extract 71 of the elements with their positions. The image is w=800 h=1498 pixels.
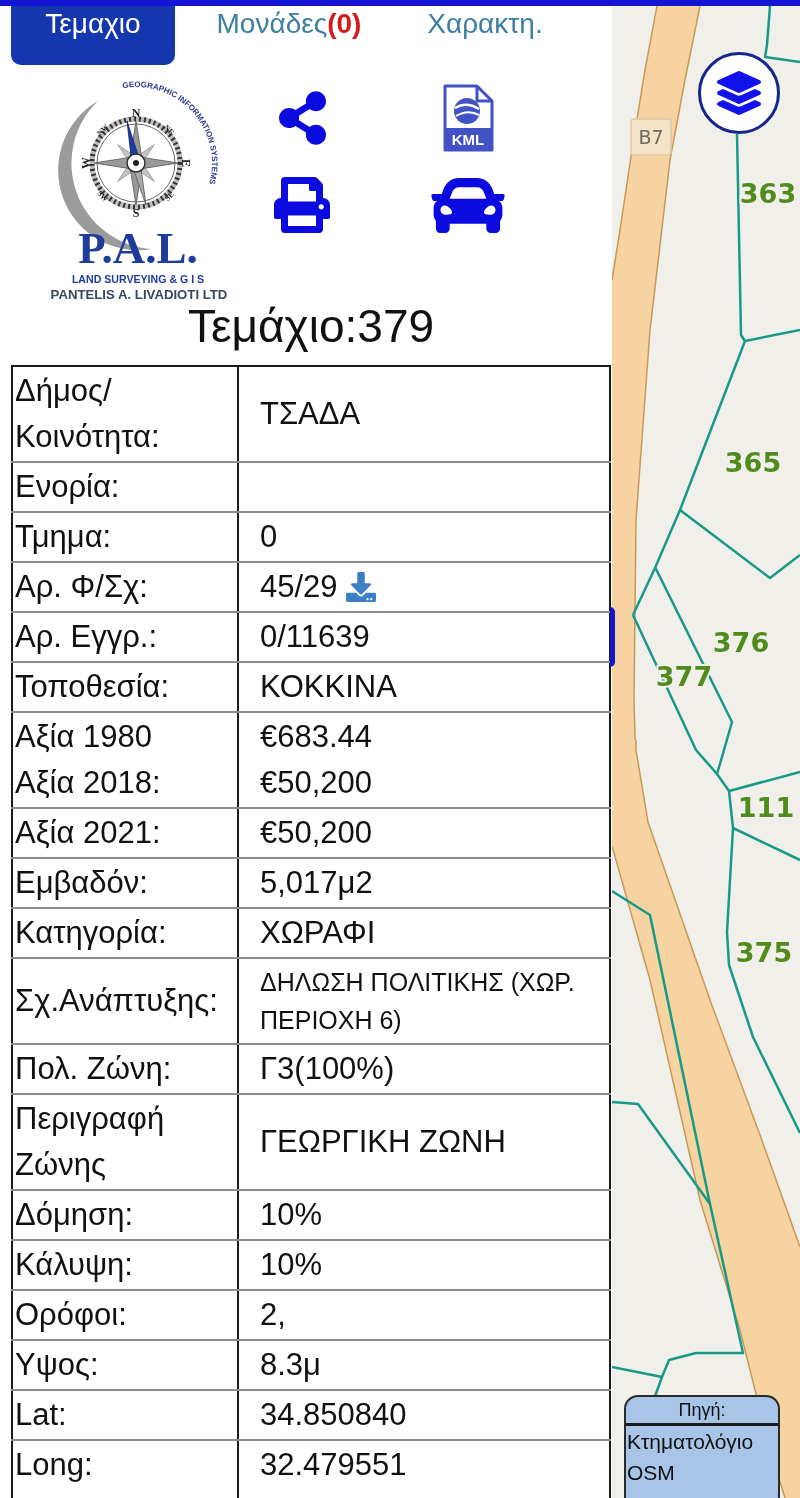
compass-direction-label: N	[131, 106, 141, 120]
logo-tagline: LAND SURVEYING & G I S	[71, 273, 205, 285]
field-label: Δήμος/Κοινότητα:	[15, 372, 161, 456]
field-label: Αρ. Εγγρ.:	[15, 618, 159, 656]
parcel-number: 363	[739, 178, 797, 209]
field-value: ΔΗΛΩΣΗ ΠΟΛΙΤΙΚΗΣ (ΧΩΡ. ΠΕΡΙΟΧΗ 6)	[260, 967, 576, 1036]
compass-direction-label: S	[132, 206, 140, 220]
compass-direction-label: W	[79, 157, 93, 169]
tab[interactable]: Τεμαχιο	[11, 6, 175, 65]
field-value: 5,017μ2	[260, 864, 374, 902]
parcel-number: 375	[735, 937, 793, 968]
share-button[interactable]	[278, 91, 326, 145]
field-label: Lat:	[15, 1396, 68, 1434]
field-label: Τοποθεσία:	[15, 668, 171, 706]
field-label: Εμβαδόν:	[15, 864, 149, 902]
field-label: Περιγραφή Ζώνης	[15, 1100, 166, 1184]
share-icon	[278, 91, 326, 145]
field-value: 0/11639	[260, 618, 371, 656]
field-value: 34.850840	[260, 1396, 408, 1434]
logo-initials: P.A.L.	[78, 223, 198, 273]
compass-direction-label: E	[179, 159, 193, 167]
field-value: €50,200	[260, 814, 374, 852]
parcel-boundary	[763, 6, 800, 64]
car-button[interactable]	[431, 177, 505, 233]
field-label: Σχ.Ανάπτυξης:	[15, 982, 219, 1020]
field-label: Κάλυψη:	[15, 1246, 134, 1284]
car-icon	[431, 177, 505, 233]
parcel-number: 111	[737, 792, 795, 823]
field-label: Long:	[15, 1446, 94, 1484]
field-value: 0	[260, 518, 279, 556]
field-label: Υψος:	[15, 1346, 100, 1384]
print-button[interactable]	[274, 177, 330, 233]
parcel-number: 365	[724, 447, 782, 478]
field-value: ΧΩΡΑΦΙ	[260, 914, 377, 952]
source-name: OSM	[626, 1460, 676, 1486]
field-label: Δόμηση:	[15, 1196, 135, 1234]
road-shield: B7	[630, 118, 672, 156]
field-label: Κατηγορία:	[15, 914, 168, 952]
field-label: Ενορία:	[15, 468, 121, 506]
field-label: Αξία 2021:	[15, 814, 162, 852]
field-value: Γ3(100%)	[260, 1050, 396, 1088]
panel-handle[interactable]	[610, 607, 615, 667]
field-value: €50,200	[260, 764, 374, 802]
field-label: Τμημα:	[15, 518, 113, 556]
field-label: Ορόφοι:	[15, 1296, 128, 1334]
tab[interactable]: Μονάδες(0)	[207, 6, 371, 65]
field-value: 8.3μ	[260, 1346, 322, 1384]
field-label: Αξία 1980	[15, 718, 153, 756]
document-globe-icon	[442, 84, 494, 152]
parcel-title: Τεμάχιο:379	[186, 299, 436, 354]
field-value: 10%	[260, 1246, 324, 1284]
field-label: Αξία 2018:	[15, 764, 162, 802]
printer-icon	[274, 177, 330, 233]
field-value: €683.44	[260, 718, 374, 756]
source-name: Κτηματολόγιο	[626, 1429, 755, 1455]
field-value: 32.479551	[260, 1446, 408, 1484]
field-value: 10%	[260, 1196, 324, 1234]
source-label: Πηγή:	[626, 1397, 778, 1426]
logo-company-name: PANTELIS A. LIVADIOTI LTD	[50, 287, 228, 302]
field-value: 45/29	[260, 568, 338, 606]
field-value: 2,	[260, 1296, 287, 1334]
tab[interactable]: Χαρακτη.	[403, 6, 567, 65]
download-icon[interactable]	[345, 572, 376, 602]
field-value: ΚΟΚΚΙΝΑ	[260, 668, 398, 706]
field-label: Πολ. Ζώνη:	[15, 1050, 173, 1088]
field-label: Αρ. Φ/Σχ:	[15, 568, 149, 606]
parcel-number: 376	[712, 627, 770, 658]
kml-button[interactable]: KML	[442, 84, 494, 152]
field-value: ΓΕΩΡΓΙΚΗ ΖΩΝΗ	[260, 1123, 507, 1161]
layers-icon	[717, 71, 761, 115]
field-value: ΤΣΑΔΑ	[260, 395, 362, 433]
